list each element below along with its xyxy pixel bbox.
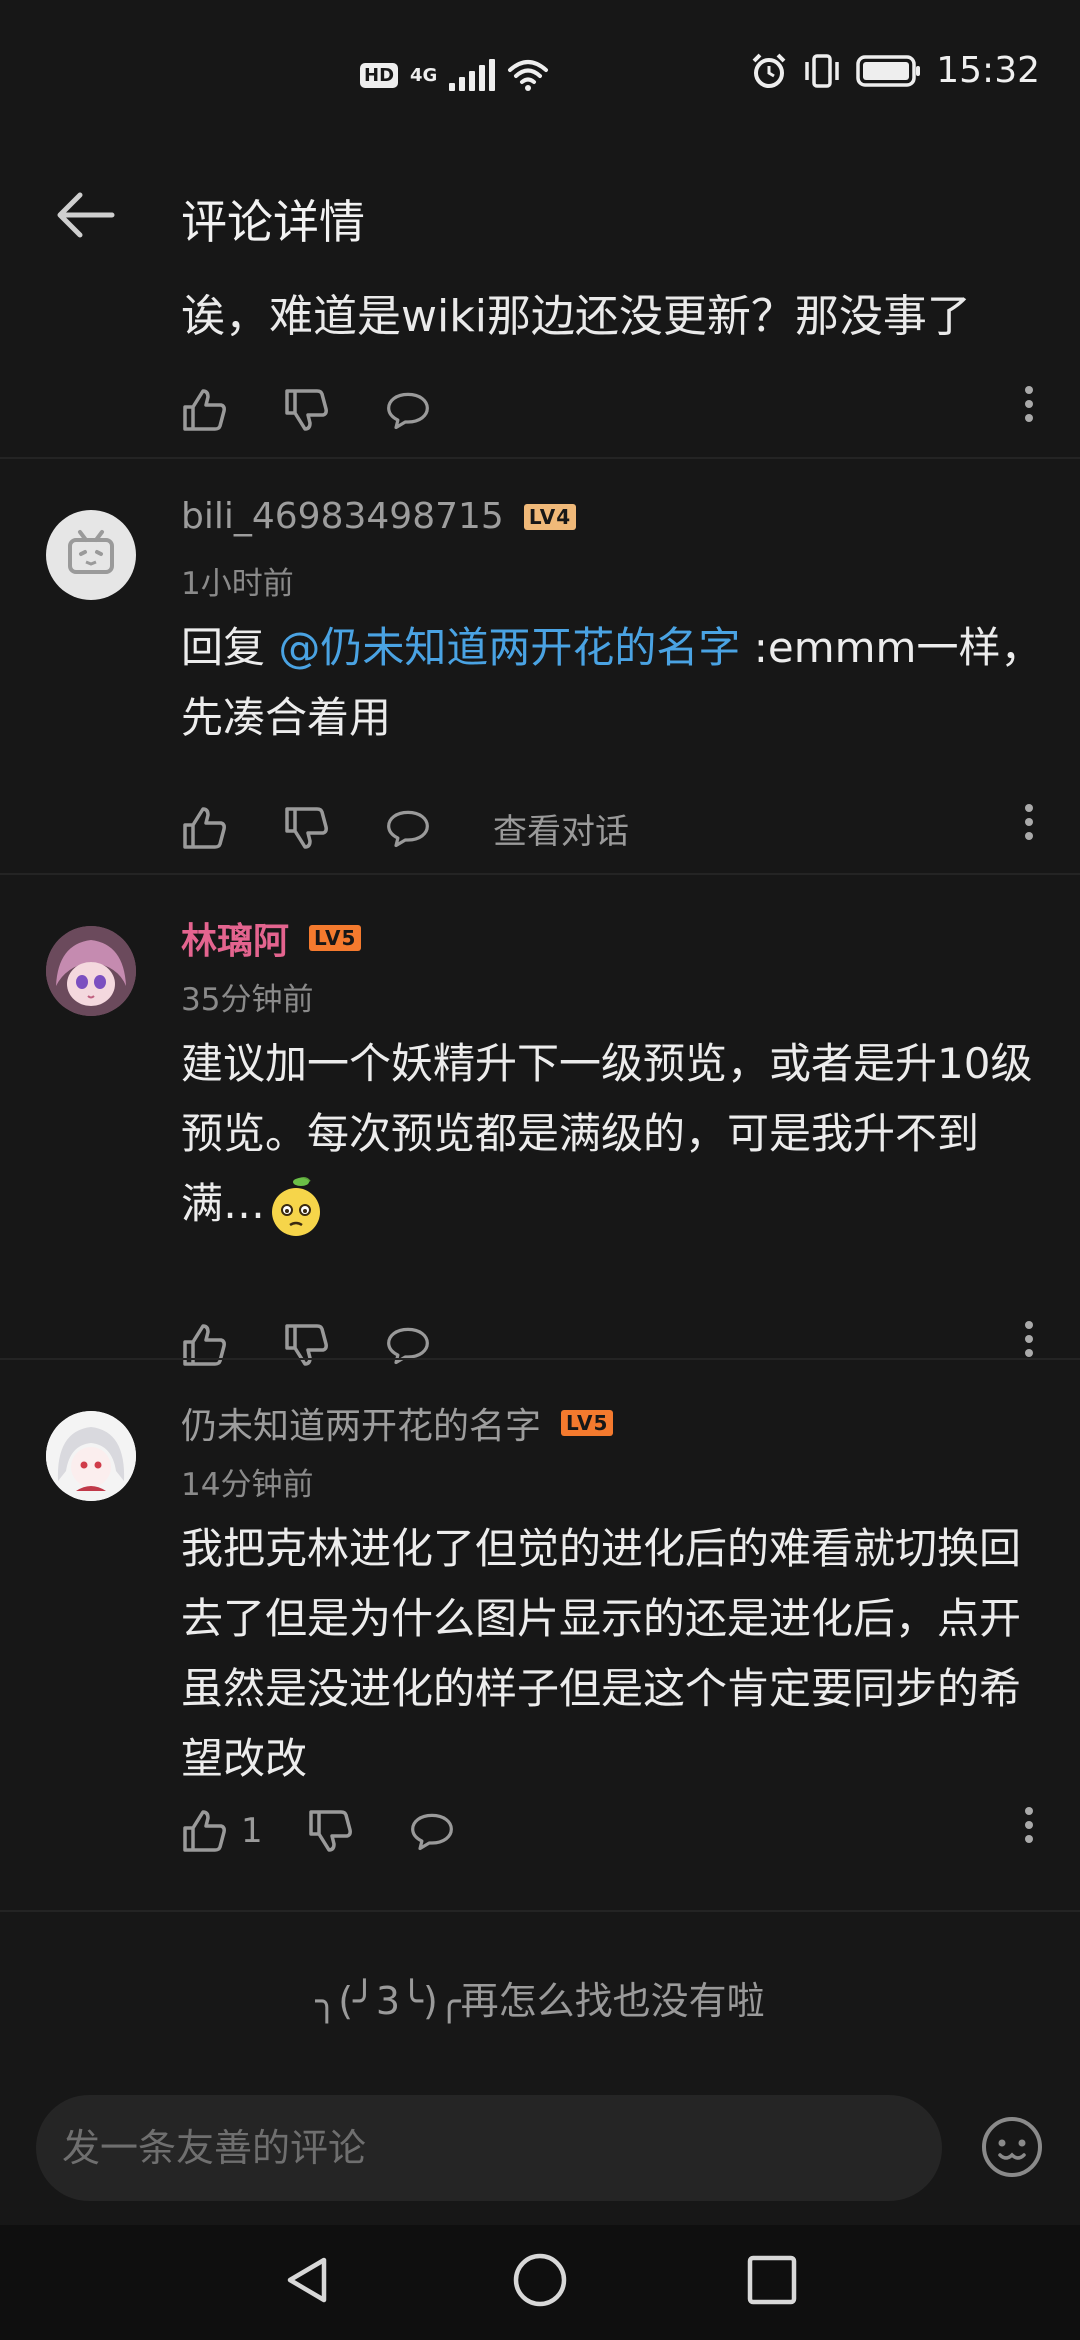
thumbs-down-icon [285,389,328,431]
username-row: 林璃阿 LV5 [181,912,362,964]
view-conversation-link[interactable]: 查看对话 [493,804,629,853]
smiley-face-icon [982,2117,1042,2177]
username-row: 仍未知道两开花的名字 LV5 [181,1397,614,1449]
avatar[interactable] [46,510,136,600]
hd-icon: HD [360,62,399,88]
like-button[interactable] [181,1808,227,1854]
status-right-icons: 15:32 [750,50,1040,91]
more-options-button[interactable] [1014,798,1044,858]
thumbs-down-icon [285,807,328,849]
comment-actions: 查看对话 [181,798,629,858]
divider [0,1358,1080,1360]
level-badge: LV5 [561,1410,614,1436]
comment-time: 35分钟前 [181,982,314,1018]
reply-button[interactable] [385,1322,431,1368]
triangle-back-icon [287,2257,327,2303]
anime-avatar-icon [46,926,136,1016]
like-button[interactable] [181,805,227,851]
dislike-button[interactable] [283,1322,329,1368]
status-bar: HD 4G 15:32 [0,0,1080,150]
comment-text: 回复 @仍未知道两开花的名字 :emmm一样，先凑合着用 [181,613,1051,753]
circle-home-icon [513,2253,567,2307]
thumbs-down-icon [308,1810,352,1852]
square-recents-icon [747,2255,797,2305]
comment-input-bar: 发一条友善的评论 [0,2075,1080,2225]
vibrate-icon [805,53,839,88]
more-vertical-icon [1014,386,1044,422]
username[interactable]: 仍未知道两开花的名字 [181,1397,541,1449]
level-badge: LV4 [523,503,577,530]
username[interactable]: 林璃阿 [181,912,289,964]
emoji-button[interactable] [980,2115,1044,2179]
chat-bubble-icon [410,1813,453,1851]
system-navigation-bar [0,2225,1080,2340]
like-button[interactable] [181,387,227,433]
comment-text: 建议加一个妖精升下一级预览，或者是升10级预览。每次预览都是满级的，可是我升不到… [181,1029,1051,1239]
reply-prefix: 回复 [181,623,279,672]
chat-bubble-icon [387,392,429,430]
dislike-button[interactable] [307,1808,353,1854]
comment-actions [181,380,487,440]
comment-time: 1小时前 [181,566,294,602]
reply-button[interactable] [409,1808,455,1854]
signal-icon [449,59,496,91]
clock: 15:32 [936,50,1040,91]
nav-back-button[interactable] [278,2250,338,2310]
thumbs-up-icon [183,389,226,431]
reply-button[interactable] [385,387,431,433]
comment-time: 14分钟前 [181,1467,314,1503]
comment-actions: 1 [181,1801,511,1861]
like-button[interactable] [181,1322,227,1368]
alarm-icon [752,53,786,88]
divider [0,457,1080,459]
page-title: 评论详情 [181,195,365,249]
network-type-label: 4G [410,64,438,86]
username[interactable]: bili_46983498715 [181,496,504,537]
more-options-button[interactable] [1014,1315,1044,1375]
thumbs-up-icon [183,1324,226,1366]
comment-text: 我把克林进化了但觉的进化后的难看就切换回去了但是为什么图片显示的还是进化后，点开… [181,1524,1022,1783]
top-app-bar: 评论详情 [0,150,1080,290]
divider [0,1910,1080,1912]
like-count: 1 [241,1811,263,1851]
mention-link[interactable]: @仍未知道两开花的名字 [278,623,740,672]
more-options-button[interactable] [1014,380,1044,440]
worried-emoji-icon [272,1176,321,1236]
chat-bubble-icon [387,1327,429,1365]
more-options-button[interactable] [1014,1801,1044,1861]
avatar[interactable] [46,926,136,1016]
comment-actions [181,1315,487,1375]
thumbs-up-icon [183,1810,226,1852]
level-badge: LV5 [309,925,362,951]
thumbs-up-icon [183,807,226,849]
tv-logo-icon [68,530,114,574]
wifi-icon [508,60,549,91]
nav-recents-button[interactable] [742,2250,802,2310]
more-vertical-icon [1014,1807,1044,1843]
reply-button[interactable] [385,805,431,851]
end-of-list-tip: ╮(╯3╰)╭再怎么找也没有啦 [315,1979,765,2023]
chat-bubble-icon [387,810,429,848]
thumbs-down-icon [285,1324,328,1366]
dislike-button[interactable] [283,805,329,851]
battery-icon [856,54,921,87]
avatar[interactable] [46,1411,136,1501]
nav-home-button[interactable] [510,2250,570,2310]
more-vertical-icon [1014,1321,1044,1357]
back-button[interactable] [52,180,122,250]
back-arrow-icon [57,192,115,238]
anime-avatar-icon [46,1411,136,1501]
username-row: bili_46983498715 LV4 [181,496,577,537]
dislike-button[interactable] [283,387,329,433]
status-left-icons: HD 4G [360,58,549,92]
more-vertical-icon [1014,804,1044,840]
comment-input[interactable]: 发一条友善的评论 [36,2095,942,2201]
divider [0,873,1080,875]
